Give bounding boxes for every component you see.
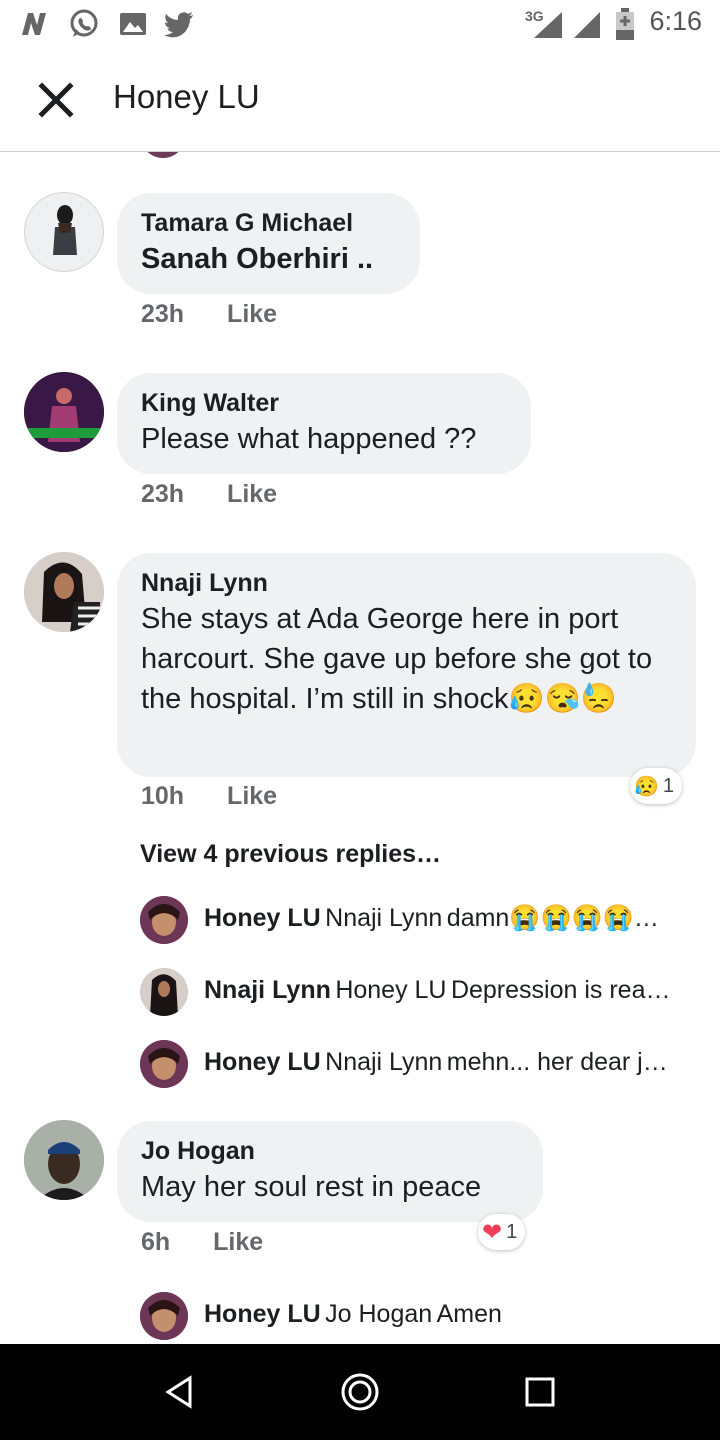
reply-mention[interactable]: Jo Hogan	[325, 1300, 432, 1328]
avatar-image	[140, 1040, 188, 1088]
comment-author[interactable]: Tamara G Michael	[141, 207, 396, 239]
status-bar: 3G 6:16	[0, 0, 720, 50]
avatar[interactable]	[24, 192, 104, 272]
back-icon[interactable]	[160, 1372, 200, 1412]
comment-time[interactable]: 23h	[141, 300, 184, 328]
comment-author[interactable]: King Walter	[141, 387, 507, 419]
reply-author[interactable]: Honey LU	[204, 1300, 321, 1328]
avatar[interactable]	[140, 968, 188, 1016]
home-icon[interactable]	[340, 1372, 380, 1412]
app-bar: Honey LU	[0, 50, 720, 152]
reaction-number: 1	[662, 774, 675, 797]
comments-list[interactable]: Tamara G Michael Sanah Oberhiri .. 23h L…	[0, 152, 720, 1344]
avatar[interactable]	[140, 1040, 188, 1088]
like-button[interactable]: Like	[213, 1228, 263, 1256]
avatar[interactable]	[140, 152, 186, 158]
reaction-number: 1	[506, 1220, 518, 1243]
reply-item[interactable]: Honey LU Nnaji Lynn mehn... her dear j…	[140, 1040, 700, 1088]
avatar-image	[140, 968, 188, 1016]
heart-reaction-icon: ❤	[482, 1218, 503, 1246]
comment-text: Sanah Oberhiri ..	[141, 243, 374, 275]
comment-time[interactable]: 6h	[141, 1228, 170, 1256]
avatar[interactable]	[24, 1120, 104, 1200]
comment-bubble[interactable]: Nnaji Lynn She stays at Ada George here …	[117, 553, 696, 777]
reply-author[interactable]: Nnaji Lynn	[204, 976, 331, 1004]
like-button[interactable]: Like	[227, 300, 277, 328]
like-button[interactable]: Like	[227, 782, 277, 810]
reply-text: damn😭😭😭😭…	[446, 904, 659, 932]
avatar-image	[24, 552, 104, 632]
n-icon	[22, 13, 46, 35]
comment-time[interactable]: 23h	[141, 480, 184, 508]
reply-text: Amen	[436, 1300, 502, 1328]
close-icon[interactable]	[34, 78, 78, 122]
avatar-image	[53, 205, 77, 255]
avatar[interactable]	[140, 896, 188, 944]
battery-icon	[616, 8, 634, 40]
sad-reaction-icon: 😥	[634, 775, 659, 798]
reply-mention[interactable]: Honey LU	[335, 976, 446, 1004]
reply-mention[interactable]: Nnaji Lynn	[325, 904, 442, 932]
reaction-count[interactable]: 😥 1	[630, 768, 683, 804]
twitter-icon	[164, 12, 193, 38]
gallery-icon	[120, 13, 146, 35]
comment-meta: 10h Like	[141, 782, 277, 811]
clock: 6:16	[649, 6, 702, 36]
reply-mention[interactable]: Nnaji Lynn	[325, 1048, 442, 1076]
reply-text: Depression is rea…	[450, 976, 671, 1004]
comment-text: Please what happened ??	[141, 423, 477, 455]
comment-bubble[interactable]: Jo Hogan May her soul rest in peace	[117, 1121, 543, 1222]
comment-meta: 6h Like	[141, 1228, 263, 1257]
system-nav-bar	[0, 1344, 720, 1440]
signal-icon	[574, 12, 600, 38]
comment-time[interactable]: 10h	[141, 782, 184, 810]
avatar-image	[24, 372, 104, 452]
avatar-image	[24, 1120, 104, 1200]
reply-author[interactable]: Honey LU	[204, 904, 321, 932]
whatsapp-icon	[70, 9, 98, 37]
comment-meta: 23h Like	[141, 300, 277, 329]
avatar[interactable]	[140, 1292, 188, 1340]
comment-author[interactable]: Nnaji Lynn	[141, 567, 672, 599]
reaction-count[interactable]: ❤ 1	[478, 1214, 526, 1250]
reply-item[interactable]: Nnaji Lynn Honey LU Depression is rea…	[140, 968, 700, 1016]
view-previous-replies[interactable]: View 4 previous replies…	[140, 840, 441, 869]
reply-text: mehn... her dear j…	[446, 1048, 668, 1076]
comment-text: May her soul rest in peace	[141, 1171, 482, 1203]
signal-icon	[534, 12, 562, 38]
comment-bubble[interactable]: King Walter Please what happened ??	[117, 373, 531, 474]
reply-item[interactable]: Honey LU Nnaji Lynn damn😭😭😭😭…	[140, 896, 700, 944]
avatar[interactable]	[24, 372, 104, 452]
avatar-image	[140, 896, 188, 944]
avatar-image	[140, 1292, 188, 1340]
comment-text: She stays at Ada George here in port har…	[141, 603, 653, 715]
like-button[interactable]: Like	[227, 480, 277, 508]
reply-author[interactable]: Honey LU	[204, 1048, 321, 1076]
comment-bubble[interactable]: Tamara G Michael Sanah Oberhiri ..	[117, 193, 420, 294]
page-title: Honey LU	[113, 78, 260, 115]
avatar[interactable]	[24, 552, 104, 632]
comment-author[interactable]: Jo Hogan	[141, 1135, 519, 1167]
reply-item[interactable]: Honey LU Jo Hogan Amen	[140, 1292, 700, 1340]
comment-meta: 23h Like	[141, 480, 277, 509]
recents-icon[interactable]	[520, 1372, 560, 1412]
